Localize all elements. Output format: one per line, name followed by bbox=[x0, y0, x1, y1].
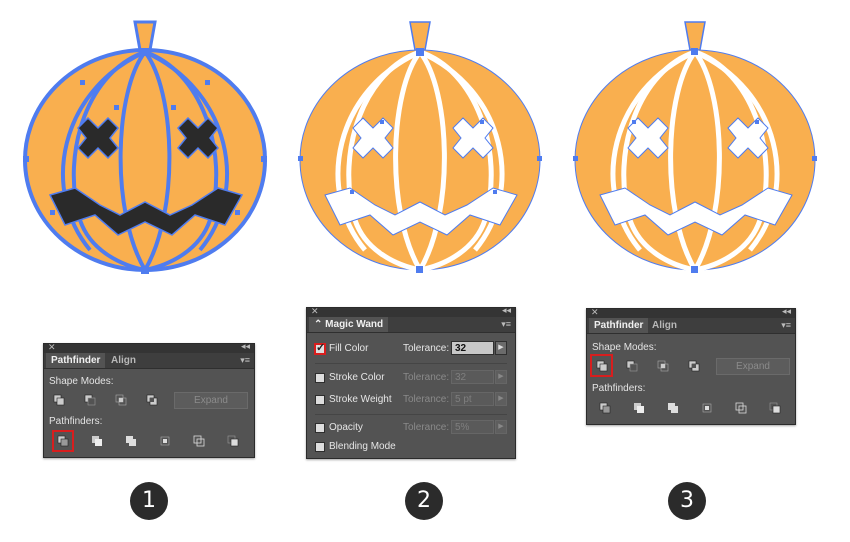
pumpkin-artwork-2 bbox=[295, 10, 545, 285]
stroke-color-row: Stroke Color Tolerance: 32 ▶ bbox=[315, 370, 507, 388]
panel-tabs: ⌃ Magic Wand ▾≡ bbox=[307, 317, 515, 333]
collapse-icon[interactable]: ◂◂ bbox=[782, 306, 791, 317]
exclude-icon[interactable] bbox=[685, 357, 703, 375]
outline-icon[interactable] bbox=[732, 399, 750, 417]
opacity-row: Opacity Tolerance: 5% ▶ bbox=[315, 420, 507, 438]
intersect-icon[interactable] bbox=[112, 391, 130, 409]
intersect-icon[interactable] bbox=[654, 357, 672, 375]
pumpkin-artwork-3 bbox=[570, 10, 820, 285]
blending-mode-row: Blending Mode bbox=[315, 439, 507, 457]
stroke-color-tolerance-label: Tolerance: bbox=[403, 372, 450, 383]
pumpkin-1-svg bbox=[23, 20, 267, 274]
opacity-tolerance-input[interactable]: 5% bbox=[451, 420, 494, 434]
expand-button[interactable]: Expand bbox=[174, 392, 248, 409]
outline-icon[interactable] bbox=[190, 432, 208, 450]
tab-pathfinder[interactable]: Pathfinder bbox=[46, 353, 106, 368]
opacity-tolerance-arrow[interactable]: ▶ bbox=[495, 420, 507, 434]
tab-magic-wand-label: Magic Wand bbox=[325, 319, 384, 330]
step-badge-3: 3 bbox=[668, 482, 706, 520]
fill-tolerance-input[interactable]: 32 bbox=[451, 341, 494, 355]
stroke-weight-tolerance-arrow[interactable]: ▶ bbox=[495, 392, 507, 406]
panel-menu-icon[interactable]: ▾≡ bbox=[240, 355, 250, 366]
minus-back-icon[interactable] bbox=[224, 432, 242, 450]
merge-icon[interactable] bbox=[664, 399, 682, 417]
fill-color-row: Fill Color Tolerance: 32 ▶ bbox=[314, 341, 507, 359]
magic-wand-panel: ✕ ◂◂ ⌃ Magic Wand ▾≡ Fill Color Toleranc… bbox=[306, 305, 516, 459]
opacity-tolerance-label: Tolerance: bbox=[403, 422, 450, 433]
tab-align[interactable]: Align bbox=[106, 353, 141, 368]
close-icon[interactable]: ✕ bbox=[48, 342, 56, 353]
unite-icon[interactable] bbox=[590, 354, 613, 377]
fill-color-label: Fill Color bbox=[329, 343, 369, 354]
blending-mode-checkbox[interactable] bbox=[315, 442, 325, 452]
collapse-icon[interactable]: ◂◂ bbox=[241, 341, 250, 352]
pathfinders-label: Pathfinders: bbox=[592, 383, 646, 394]
tab-magic-wand[interactable]: ⌃ Magic Wand bbox=[309, 317, 389, 332]
crop-icon[interactable] bbox=[698, 399, 716, 417]
stroke-color-label: Stroke Color bbox=[329, 372, 385, 383]
pumpkin-artwork-1 bbox=[20, 10, 270, 285]
panel-menu-icon[interactable]: ▾≡ bbox=[501, 319, 511, 330]
crop-icon[interactable] bbox=[156, 432, 174, 450]
tab-align[interactable]: Align bbox=[647, 318, 682, 333]
shape-modes-label: Shape Modes: bbox=[592, 342, 657, 353]
panel-titlebar: ✕ ◂◂ bbox=[307, 305, 515, 317]
stroke-weight-tolerance-input[interactable]: 5 pt bbox=[451, 392, 494, 406]
stroke-weight-label: Stroke Weight bbox=[329, 394, 392, 405]
opacity-label: Opacity bbox=[329, 422, 363, 433]
divide-icon[interactable] bbox=[596, 399, 614, 417]
stroke-weight-tolerance-label: Tolerance: bbox=[403, 394, 450, 405]
panel-titlebar: ✕ ◂◂ bbox=[587, 306, 795, 318]
collapse-icon[interactable]: ◂◂ bbox=[502, 305, 511, 316]
panel-tabs: Pathfinder Align ▾≡ bbox=[44, 353, 254, 369]
opacity-checkbox[interactable] bbox=[315, 423, 325, 433]
minus-back-icon[interactable] bbox=[766, 399, 784, 417]
fill-tolerance-arrow[interactable]: ▶ bbox=[495, 341, 507, 355]
panel-tabs: Pathfinder Align ▾≡ bbox=[587, 318, 795, 334]
pathfinders-label: Pathfinders: bbox=[49, 416, 103, 427]
merge-icon[interactable] bbox=[122, 432, 140, 450]
trim-icon[interactable] bbox=[88, 432, 106, 450]
close-icon[interactable]: ✕ bbox=[591, 307, 599, 318]
minus-front-icon[interactable] bbox=[81, 391, 99, 409]
shape-modes-label: Shape Modes: bbox=[49, 376, 114, 387]
panel-menu-icon[interactable]: ▾≡ bbox=[781, 320, 791, 331]
step-badge-2: 2 bbox=[405, 482, 443, 520]
pumpkin-2-svg bbox=[298, 21, 542, 273]
pathfinder-panel-1: ✕ ◂◂ Pathfinder Align ▾≡ Shape Modes: Ex… bbox=[43, 341, 255, 458]
stroke-color-tolerance-input[interactable]: 32 bbox=[451, 370, 494, 384]
step-badge-1: 1 bbox=[130, 482, 168, 520]
blending-mode-label: Blending Mode bbox=[329, 441, 396, 452]
close-icon[interactable]: ✕ bbox=[311, 306, 319, 317]
pathfinder-panel-3: ✕ ◂◂ Pathfinder Align ▾≡ Shape Modes: Ex… bbox=[586, 306, 796, 425]
stroke-color-tolerance-arrow[interactable]: ▶ bbox=[495, 370, 507, 384]
panel-titlebar: ✕ ◂◂ bbox=[44, 341, 254, 353]
expand-button[interactable]: Expand bbox=[716, 358, 790, 375]
divider bbox=[315, 414, 507, 415]
trim-icon[interactable] bbox=[630, 399, 648, 417]
stroke-color-checkbox[interactable] bbox=[315, 373, 325, 383]
divider bbox=[315, 363, 507, 364]
stroke-weight-checkbox[interactable] bbox=[315, 395, 325, 405]
fill-color-checkbox[interactable] bbox=[314, 341, 326, 355]
divide-icon[interactable] bbox=[52, 430, 74, 452]
fill-tolerance-label: Tolerance: bbox=[403, 343, 450, 354]
exclude-icon[interactable] bbox=[143, 391, 161, 409]
stroke-weight-row: Stroke Weight Tolerance: 5 pt ▶ bbox=[315, 392, 507, 410]
unite-icon[interactable] bbox=[50, 391, 68, 409]
minus-front-icon[interactable] bbox=[623, 357, 641, 375]
tab-pathfinder[interactable]: Pathfinder bbox=[589, 318, 649, 333]
pumpkin-3-svg bbox=[573, 21, 817, 273]
